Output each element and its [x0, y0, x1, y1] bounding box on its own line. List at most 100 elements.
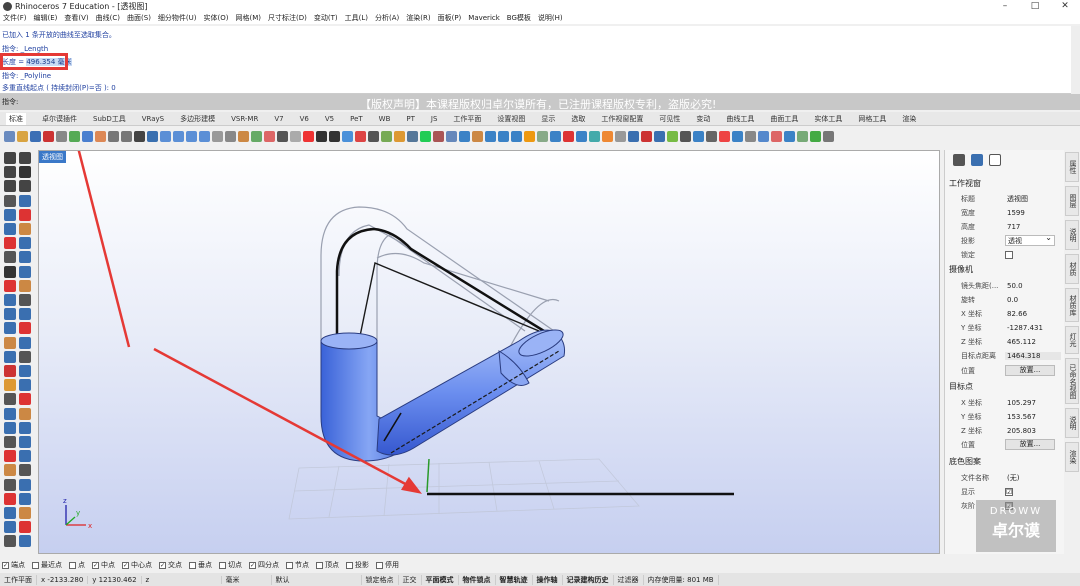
- tab-subd-tools[interactable]: SubD工具: [93, 114, 126, 124]
- options-icon[interactable]: [615, 130, 626, 142]
- boolean-diff-icon[interactable]: [4, 365, 16, 377]
- projection-select[interactable]: 透视: [1005, 233, 1055, 246]
- status-filter[interactable]: 过滤器: [614, 574, 644, 585]
- menu-analyze[interactable]: 分析(A): [375, 13, 399, 23]
- sun-icon[interactable]: [810, 130, 821, 142]
- menu-curve[interactable]: 曲线(C): [96, 13, 120, 23]
- select-all-icon[interactable]: [238, 130, 249, 142]
- boolean-icon[interactable]: [537, 130, 548, 142]
- osnap-checkbox[interactable]: [346, 561, 353, 569]
- menu-view[interactable]: 查看(V): [64, 13, 88, 23]
- zebra-icon[interactable]: [19, 535, 31, 548]
- side-tab-render[interactable]: 渲染: [1065, 442, 1079, 472]
- osnap-checkbox[interactable]: [189, 561, 196, 569]
- viewport-icon[interactable]: [989, 154, 1001, 166]
- close-button[interactable]: ✕: [1050, 0, 1080, 12]
- circle-icon[interactable]: [342, 130, 353, 142]
- zoom-selected-icon[interactable]: [199, 130, 210, 142]
- osnap-12[interactable]: 停用: [376, 560, 399, 570]
- arc-tool-icon[interactable]: [19, 180, 31, 193]
- side-tab-materials[interactable]: 材质: [1065, 254, 1079, 284]
- named-view-icon[interactable]: [706, 130, 717, 142]
- block-icon[interactable]: [4, 421, 16, 434]
- properties-icon[interactable]: [641, 130, 652, 142]
- curvature-icon[interactable]: [19, 521, 31, 534]
- command-history[interactable]: 已加入 1 条开放的曲线至选取集合。 指令: _Length 长度 = 496.…: [0, 26, 1080, 94]
- split-icon[interactable]: [433, 130, 444, 142]
- osnap-checkbox[interactable]: [316, 561, 323, 569]
- tab-visibility[interactable]: 可见性: [659, 114, 680, 124]
- tab-solid-tools[interactable]: 实体工具: [814, 114, 842, 124]
- side-tab-lights[interactable]: 灯光: [1065, 326, 1079, 354]
- show-tool-icon[interactable]: [4, 464, 16, 477]
- osnap-9[interactable]: 节点: [286, 560, 309, 570]
- osnap-6[interactable]: 垂点: [189, 560, 212, 570]
- polyline-icon[interactable]: [316, 130, 327, 142]
- tab-polygon-modeling[interactable]: 多边形建模: [180, 114, 215, 124]
- move-icon[interactable]: [758, 130, 769, 142]
- redo-icon[interactable]: [121, 130, 132, 142]
- camera-icon[interactable]: [797, 130, 808, 142]
- status-record-history[interactable]: 记录建构历史: [563, 574, 614, 585]
- side-tab-notes[interactable]: 说明: [1065, 408, 1079, 438]
- menu-surface[interactable]: 曲面(S): [127, 13, 151, 23]
- osnap-checkbox[interactable]: [32, 561, 39, 569]
- osnap-checkbox[interactable]: ✓: [122, 561, 129, 569]
- status-planar[interactable]: 平面模式: [422, 574, 459, 585]
- rectangle-tool-icon[interactable]: [19, 194, 31, 207]
- text-icon[interactable]: [394, 130, 405, 142]
- mirror-tool-icon[interactable]: [19, 336, 31, 349]
- loft-icon[interactable]: [498, 130, 509, 142]
- show-checkbox[interactable]: ☑: [1005, 487, 1013, 496]
- osnap-2[interactable]: 点: [69, 560, 85, 570]
- split-tool-icon[interactable]: [4, 294, 16, 306]
- camera-tool-icon[interactable]: [4, 492, 16, 505]
- polygon-icon[interactable]: [381, 130, 392, 142]
- pan-icon[interactable]: [134, 130, 145, 142]
- tab-pt[interactable]: PT: [406, 115, 415, 123]
- show-icon[interactable]: [264, 130, 275, 142]
- points-off-icon[interactable]: [4, 436, 16, 448]
- grid-icon[interactable]: [667, 130, 678, 142]
- tab-cplane[interactable]: 工作平面: [453, 114, 481, 124]
- copy-icon[interactable]: [82, 130, 93, 142]
- surface-tool-icon[interactable]: [4, 237, 16, 250]
- new-file-icon[interactable]: [4, 130, 15, 142]
- array-icon[interactable]: [732, 130, 743, 142]
- side-tab-properties[interactable]: 属性: [1065, 152, 1079, 182]
- analyze-tool-icon[interactable]: [4, 393, 16, 406]
- menu-edit[interactable]: 编辑(E): [34, 13, 58, 23]
- arc-icon[interactable]: [355, 130, 366, 142]
- group-tool-icon[interactable]: [4, 407, 16, 420]
- extrude-tool-icon[interactable]: [4, 251, 16, 264]
- measure-icon[interactable]: [4, 521, 16, 534]
- light-tool-icon[interactable]: [19, 492, 31, 505]
- rectangle-icon[interactable]: [368, 130, 379, 142]
- solid-box-icon[interactable]: [19, 251, 31, 264]
- fillet-edge-icon[interactable]: [19, 365, 31, 377]
- open-file-icon[interactable]: [17, 130, 28, 142]
- tab-wb[interactable]: WB: [379, 115, 391, 123]
- menu-help[interactable]: 说明(H): [538, 13, 563, 23]
- osnap-checkbox[interactable]: ✓: [92, 561, 99, 569]
- osnap-10[interactable]: 顶点: [316, 560, 339, 570]
- zoom-window-icon[interactable]: [173, 130, 184, 142]
- side-tab-layers[interactable]: 图层: [1065, 186, 1079, 216]
- tab-select[interactable]: 选取: [571, 114, 585, 124]
- menu-file[interactable]: 文件(F): [3, 13, 27, 23]
- menu-subd[interactable]: 细分物件(U): [158, 13, 197, 23]
- menu-maverick[interactable]: Maverick: [468, 14, 500, 22]
- layer-icon[interactable]: [628, 130, 639, 142]
- tab-v5[interactable]: V5: [325, 115, 334, 123]
- analyze-icon[interactable]: [563, 130, 574, 142]
- trim-tool-icon[interactable]: [19, 279, 31, 292]
- snap-tool-icon[interactable]: [19, 507, 31, 519]
- osnap-icon[interactable]: [680, 130, 691, 142]
- isolate-icon[interactable]: [19, 478, 31, 491]
- osnap-checkbox[interactable]: [69, 561, 76, 569]
- display-mode-icon[interactable]: [784, 130, 795, 142]
- select-icon[interactable]: [4, 152, 16, 164]
- circle-tool-icon[interactable]: [4, 180, 16, 193]
- unlock-tool-icon[interactable]: [4, 478, 16, 491]
- hide-tool-icon[interactable]: [19, 450, 31, 463]
